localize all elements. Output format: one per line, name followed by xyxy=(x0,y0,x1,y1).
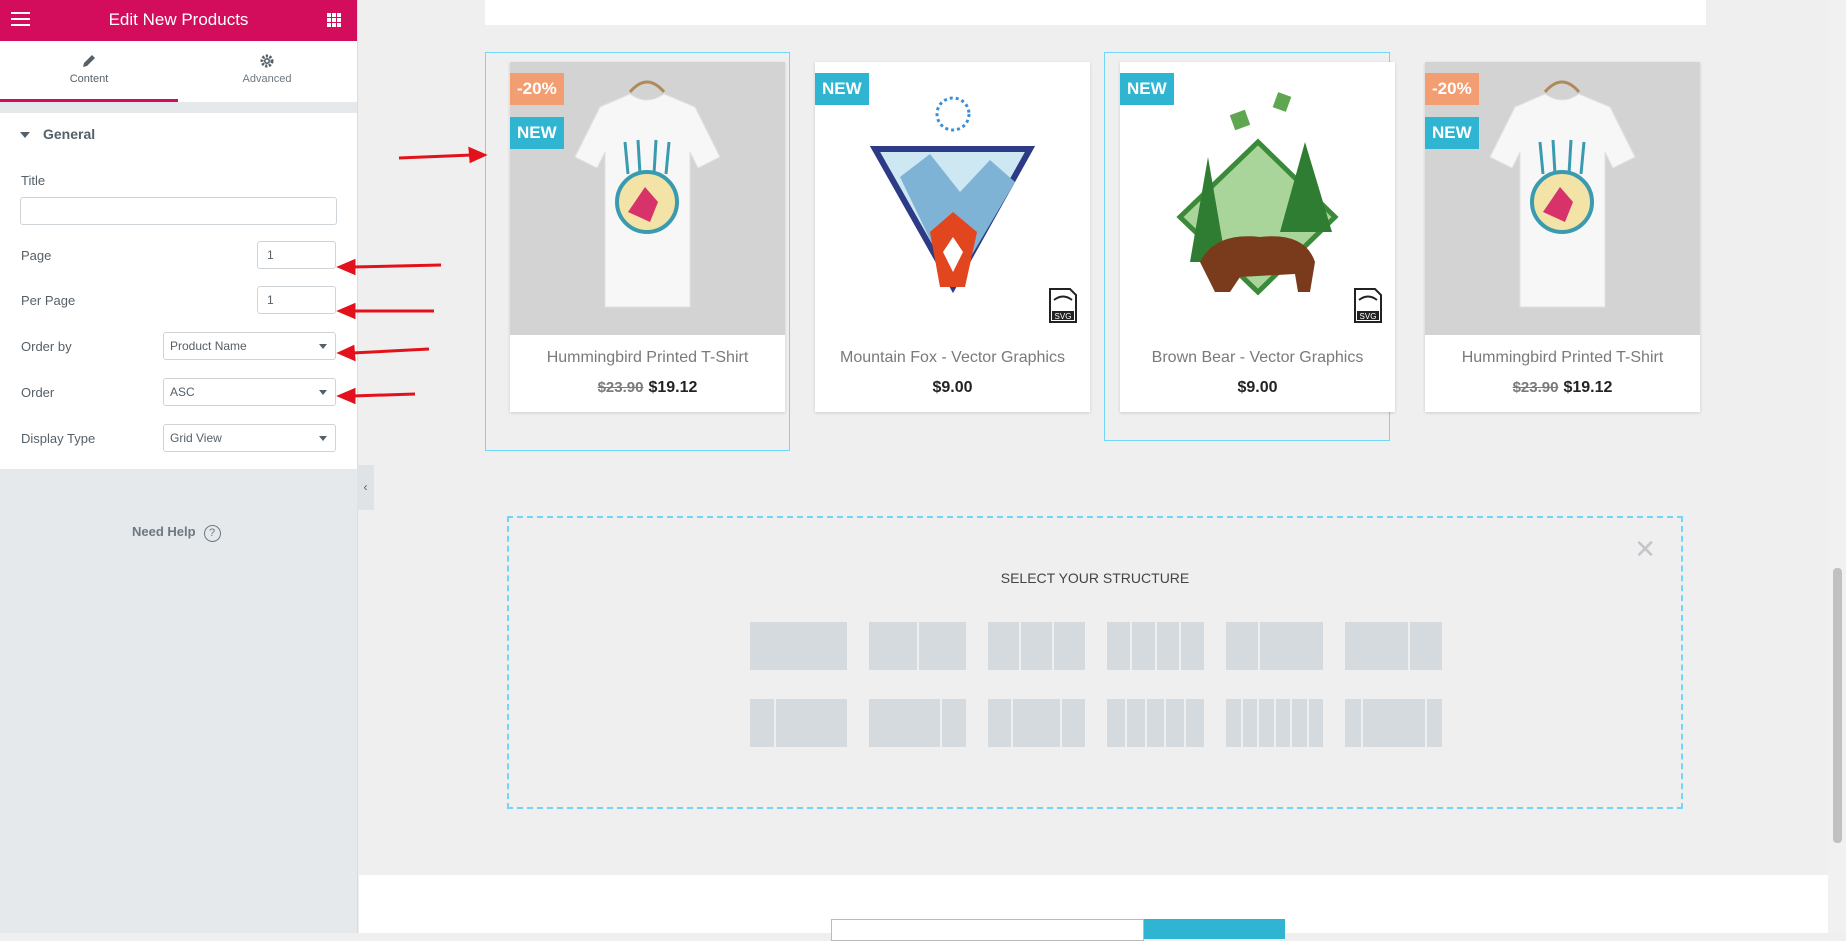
order-label: Order xyxy=(21,385,55,400)
structure-preset[interactable] xyxy=(1226,622,1323,670)
page-label: Page xyxy=(21,248,52,263)
product-name[interactable]: Mountain Fox - Vector Graphics xyxy=(815,349,1090,367)
caret-down-icon xyxy=(20,132,30,138)
pencil-icon xyxy=(83,55,95,67)
dropdown-arrow-icon xyxy=(319,436,327,441)
page-scrollbar[interactable] xyxy=(1828,0,1846,933)
controls-area: Title Page Per Page Order by Product Nam… xyxy=(0,157,357,469)
sale-price: $19.12 xyxy=(1563,379,1613,396)
sale-price: $19.12 xyxy=(648,379,698,396)
regular-price: $23.90 xyxy=(597,379,644,396)
product-card[interactable]: -20% NEW Hummingbird Printed T-Shirt $23… xyxy=(1425,62,1700,412)
dropdown-arrow-icon xyxy=(319,390,327,395)
display-type-label: Display Type xyxy=(21,431,96,446)
structure-preset[interactable] xyxy=(1107,622,1204,670)
annotation-arrow xyxy=(351,347,430,355)
product-name[interactable]: Brown Bear - Vector Graphics xyxy=(1120,349,1395,367)
regular-price: $23.90 xyxy=(1512,379,1559,396)
top-content-strip xyxy=(485,0,1706,25)
svg-tag-label: SVG xyxy=(1055,312,1072,321)
new-badge: NEW xyxy=(510,117,564,149)
tab-advanced[interactable]: Advanced xyxy=(178,41,356,102)
tab-content-label: Content xyxy=(69,73,109,85)
close-icon[interactable]: ✕ xyxy=(1634,536,1656,562)
structure-preset[interactable] xyxy=(1345,699,1442,747)
widgets-grid-icon[interactable] xyxy=(327,13,341,27)
newsletter-button[interactable] xyxy=(1144,919,1285,939)
product-card[interactable]: -20% NEW Hummingbird Printed T-Shirt $23… xyxy=(510,62,785,412)
svg-file-icon: SVG xyxy=(1049,288,1077,323)
section-general-toggle[interactable]: General xyxy=(0,112,357,158)
display-type-select[interactable]: Grid View xyxy=(163,424,336,452)
gear-icon xyxy=(260,54,274,68)
section-title: General xyxy=(43,126,96,142)
per-page-label: Per Page xyxy=(21,293,76,308)
structure-preset[interactable] xyxy=(988,622,1085,670)
order-value: ASC xyxy=(170,385,195,399)
structure-preset[interactable] xyxy=(988,699,1085,747)
newsletter-input[interactable] xyxy=(831,919,1144,941)
order-select[interactable]: ASC xyxy=(163,378,336,406)
title-input[interactable] xyxy=(20,197,337,225)
order-by-select[interactable]: Product Name xyxy=(163,332,336,360)
structure-preset[interactable] xyxy=(1107,699,1204,747)
need-help-label: Need Help xyxy=(132,524,196,539)
discount-badge: -20% xyxy=(1425,73,1479,105)
page-input[interactable] xyxy=(257,241,336,269)
display-type-value: Grid View xyxy=(170,431,222,445)
collapse-panel-button[interactable]: ‹ xyxy=(357,465,374,510)
discount-badge: -20% xyxy=(510,73,564,105)
panel-header: Edit New Products xyxy=(0,0,357,41)
svg-tag-label: SVG xyxy=(1360,312,1377,321)
structure-preset[interactable] xyxy=(750,699,847,747)
order-by-label: Order by xyxy=(21,339,72,354)
title-label: Title xyxy=(21,173,46,188)
structure-title: SELECT YOUR STRUCTURE xyxy=(1000,570,1190,586)
new-badge: NEW xyxy=(1120,73,1174,105)
product-price: $23.90 $19.12 xyxy=(510,379,785,397)
footer-section xyxy=(359,875,1828,941)
editor-panel: Edit New Products Content Advanced Gener… xyxy=(0,0,358,933)
need-help-link[interactable]: Need Help? xyxy=(132,524,221,542)
structure-preset[interactable] xyxy=(750,622,847,670)
structure-preset[interactable] xyxy=(1226,699,1323,747)
annotation-arrow xyxy=(351,392,416,398)
product-card[interactable]: SVG NEW Mountain Fox - Vector Graphics $… xyxy=(815,62,1090,412)
tab-advanced-label: Advanced xyxy=(242,73,292,85)
order-by-value: Product Name xyxy=(170,339,247,353)
panel-title: Edit New Products xyxy=(108,10,249,29)
new-badge: NEW xyxy=(1425,117,1479,149)
annotation-arrowhead xyxy=(468,146,488,164)
product-price: $23.90 $19.12 xyxy=(1425,379,1700,397)
sale-price: $9.00 xyxy=(932,379,973,396)
product-price: $9.00 xyxy=(815,379,1090,397)
product-price: $9.00 xyxy=(1120,379,1395,397)
product-card[interactable]: SVG NEW Brown Bear - Vector Graphics $9.… xyxy=(1120,62,1395,412)
dropdown-arrow-icon xyxy=(319,344,327,349)
annotation-arrow xyxy=(351,263,442,269)
question-icon: ? xyxy=(203,525,221,542)
panel-tabs: Content Advanced xyxy=(0,41,357,102)
annotation-arrow xyxy=(398,153,473,160)
structure-preset[interactable] xyxy=(869,622,966,670)
structure-preset[interactable] xyxy=(1345,622,1442,670)
new-badge: NEW xyxy=(815,73,869,105)
per-page-input[interactable] xyxy=(257,286,336,314)
product-name[interactable]: Hummingbird Printed T-Shirt xyxy=(510,349,785,367)
product-name[interactable]: Hummingbird Printed T-Shirt xyxy=(1425,349,1700,367)
scrollbar-thumb[interactable] xyxy=(1833,568,1842,843)
structure-preset[interactable] xyxy=(869,699,966,747)
structure-selector: ✕ SELECT YOUR STRUCTURE xyxy=(507,516,1683,809)
sale-price: $9.00 xyxy=(1237,379,1278,396)
svg-file-icon: SVG xyxy=(1354,288,1382,323)
tab-content[interactable]: Content xyxy=(0,41,178,102)
